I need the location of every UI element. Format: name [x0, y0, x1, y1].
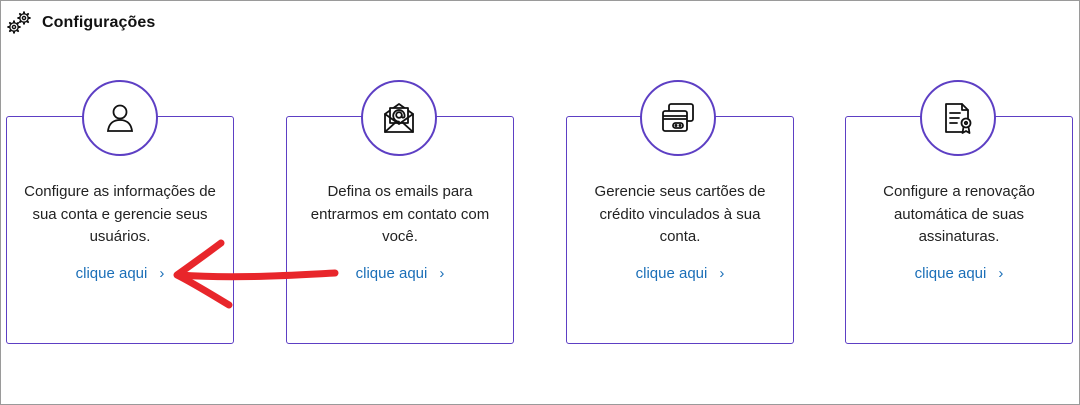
chevron-right-icon: › [719, 265, 725, 282]
link-label[interactable]: clique aqui [76, 265, 148, 282]
card-icon-circle [640, 80, 716, 156]
credit-cards-link[interactable]: clique aqui › [567, 265, 793, 282]
certificate-document-icon [945, 103, 972, 134]
gears-icon [7, 11, 31, 34]
chevron-right-icon: › [439, 265, 445, 282]
card-icon-circle [920, 80, 996, 156]
card-description: Gerencie seus cartões de crédito vincula… [594, 183, 766, 245]
link-label[interactable]: clique aqui [915, 265, 987, 282]
link-label[interactable]: clique aqui [636, 265, 708, 282]
card-icon-circle [361, 80, 437, 156]
page-header: Configurações [6, 8, 155, 38]
email-envelope-icon [384, 103, 414, 133]
link-label[interactable]: clique aqui [356, 265, 428, 282]
chevron-right-icon: › [159, 265, 165, 282]
renewal-link[interactable]: clique aqui › [846, 265, 1072, 282]
chevron-right-icon: › [998, 265, 1004, 282]
user-icon [106, 104, 134, 132]
credit-cards-icon [662, 103, 694, 132]
page-title: Configurações [42, 14, 156, 31]
card-description: Configure a renovação automática de suas… [883, 183, 1035, 245]
annotation-arrow [173, 239, 339, 309]
card-icon-circle [82, 80, 158, 156]
